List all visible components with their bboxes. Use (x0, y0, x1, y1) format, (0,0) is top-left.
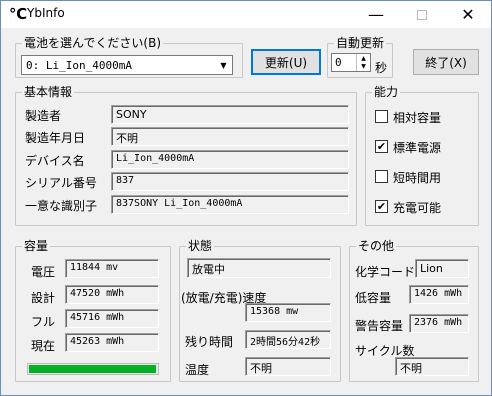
auto-update-unit: 秒 (375, 61, 388, 75)
exit-button[interactable]: 終了(X) (413, 49, 479, 75)
rate-field: 15368 mw (245, 303, 331, 322)
low-capacity-label: 低容量 (355, 291, 392, 305)
device-name-field: Li_Ion_4000mA (111, 150, 349, 169)
standard-power-label: 標準電源 (393, 141, 442, 155)
charge-progress-fill (29, 365, 156, 373)
warning-capacity-field: 2376 mWh (409, 314, 469, 333)
device-name-label: デバイス名 (25, 154, 85, 168)
close-button[interactable]: ✕ (445, 1, 491, 28)
unique-id-field: 837SONY Li_Ion_4000mA (111, 195, 349, 214)
auto-update-value: 0 (335, 56, 342, 69)
chevron-down-icon: ▼ (220, 60, 227, 70)
voltage-field: 11844 mv (65, 259, 159, 278)
unique-id-label: 一意な識別子 (25, 199, 98, 213)
standard-power-checkbox[interactable]: ✔ (375, 140, 388, 153)
chemistry-label: 化学コード (355, 265, 416, 279)
window-title: YbInfo (27, 6, 65, 20)
battery-dropdown-value: 0: Li_Ion_4000mA (26, 59, 132, 72)
relative-capacity-checkbox[interactable] (375, 110, 388, 123)
warning-capacity-label: 警告容量 (355, 319, 404, 333)
maximize-icon (417, 9, 427, 20)
serial-number-label: シリアル番号 (25, 176, 97, 190)
rechargeable-label: 充電可能 (393, 201, 442, 215)
temperature-label: 温度 (185, 363, 210, 377)
manufacturer-label: 製造者 (25, 109, 62, 123)
voltage-label: 電圧 (31, 265, 56, 279)
design-capacity-label: 設計 (31, 291, 56, 305)
status-state-field: 放電中 (187, 258, 331, 278)
spin-up-icon[interactable]: ▲ (357, 54, 370, 63)
refresh-button[interactable]: 更新(U) (251, 49, 321, 75)
short-term-checkbox[interactable] (375, 170, 388, 183)
other-label: その他 (356, 239, 397, 253)
minimize-icon: — (368, 5, 384, 24)
auto-update-label: 自動更新 (334, 36, 387, 50)
current-capacity-label: 現在 (31, 339, 56, 353)
rechargeable-checkbox[interactable]: ✔ (375, 200, 388, 213)
app-window: ℃ YbInfo — ✕ 電池を選んでください(B) 0: Li_Ion_400… (0, 0, 492, 396)
close-icon: ✕ (461, 5, 475, 24)
battery-dropdown[interactable]: 0: Li_Ion_4000mA ▼ (21, 55, 233, 75)
capability-label: 能力 (372, 85, 401, 99)
design-capacity-field: 47520 mWh (65, 285, 159, 304)
charge-progress-bar (27, 363, 159, 375)
auto-update-spinner[interactable]: 0 ▲ ▼ (331, 53, 371, 72)
minimize-button[interactable]: — (353, 1, 399, 28)
title-bar[interactable]: ℃ YbInfo — ✕ (1, 1, 491, 28)
full-capacity-field: 45716 mWh (65, 309, 159, 328)
current-capacity-field: 45263 mWh (65, 333, 159, 352)
status-label: 状態 (186, 239, 215, 253)
app-icon: ℃ (9, 5, 28, 23)
full-capacity-label: フル (31, 315, 56, 329)
temperature-field: 不明 (245, 357, 331, 376)
cycle-count-field: 不明 (395, 357, 469, 376)
capacity-label: 容量 (22, 239, 51, 253)
battery-select-label: 電池を選んでください(B) (22, 36, 163, 50)
relative-capacity-label: 相対容量 (393, 111, 442, 125)
basic-info-label: 基本情報 (22, 85, 75, 99)
remaining-time-label: 残り時間 (185, 335, 234, 349)
manufacture-date-label: 製造年月日 (25, 131, 86, 145)
manufacturer-field: SONY (111, 105, 349, 124)
spin-down-icon[interactable]: ▼ (357, 63, 370, 72)
chemistry-field: Lion (415, 259, 469, 278)
short-term-label: 短時間用 (393, 171, 442, 185)
maximize-button[interactable] (399, 1, 445, 28)
low-capacity-field: 1426 mWh (409, 285, 469, 304)
remaining-time-field: 2時間56分42秒 (245, 330, 331, 349)
serial-number-field: 837 (111, 172, 349, 191)
manufacture-date-field: 不明 (111, 127, 349, 146)
